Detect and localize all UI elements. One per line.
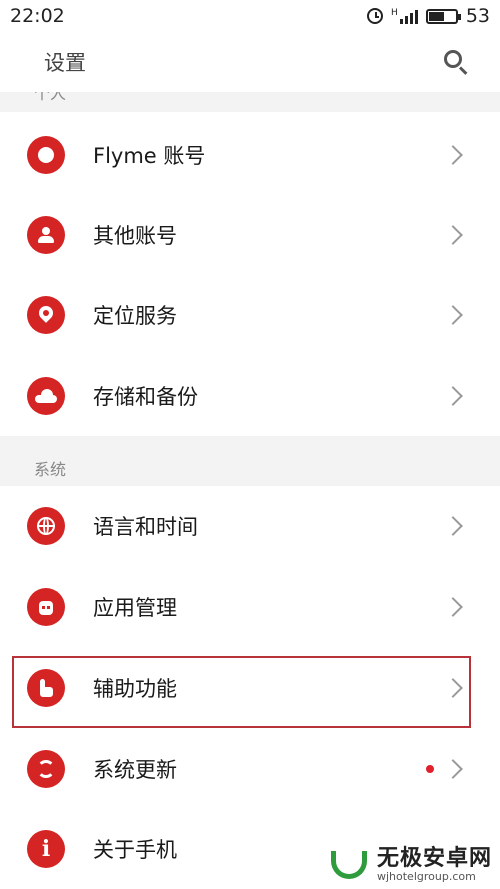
hand-pointer-icon <box>27 669 65 707</box>
chevron-right-icon <box>443 597 463 617</box>
android-icon <box>27 588 65 626</box>
watermark-logo-icon <box>327 845 371 885</box>
refresh-icon <box>27 750 65 788</box>
settings-item-label: 辅助功能 <box>93 677 177 701</box>
page-title: 设置 <box>44 51 86 75</box>
chevron-right-icon <box>443 305 463 325</box>
settings-item-label: 定位服务 <box>93 304 177 328</box>
signal-icon <box>399 8 418 24</box>
settings-item-location[interactable]: 定位服务 <box>0 275 500 355</box>
settings-item-label: 语言和时间 <box>93 515 198 539</box>
settings-item-label: 关于手机 <box>93 838 177 862</box>
info-icon: i <box>27 830 65 868</box>
section-header-personal: 个人 <box>0 92 500 112</box>
chevron-right-icon <box>443 386 463 406</box>
settings-item-storage-backup[interactable]: 存储和备份 <box>0 356 500 436</box>
app-bar: 设置 <box>0 32 500 92</box>
settings-item-language-time[interactable]: 语言和时间 <box>0 486 500 566</box>
watermark-title: 无极安卓网 <box>376 845 492 871</box>
alarm-clock-icon <box>367 8 384 24</box>
network-type: H <box>391 8 398 18</box>
globe-icon <box>27 507 65 545</box>
flyme-icon <box>27 136 65 174</box>
chevron-right-icon <box>443 678 463 698</box>
settings-item-flyme-account[interactable]: Flyme 账号 <box>0 115 500 195</box>
chevron-right-icon <box>443 225 463 245</box>
user-icon <box>27 216 65 254</box>
battery-icon <box>425 8 461 24</box>
update-badge <box>426 765 434 773</box>
section-header-system-label: 系统 <box>34 460 67 479</box>
search-icon[interactable] <box>442 48 470 76</box>
settings-item-label: 应用管理 <box>93 596 177 620</box>
chevron-right-icon <box>443 759 463 779</box>
section-header-system: 系统 <box>0 436 500 486</box>
chevron-right-icon <box>443 145 463 165</box>
status-icons: H 53 <box>367 5 490 27</box>
status-bar: 22:02 H 53 <box>0 0 500 32</box>
settings-item-other-accounts[interactable]: 其他账号 <box>0 195 500 275</box>
section-header-personal-label: 个人 <box>34 92 67 103</box>
watermark: 无极安卓网 wjhotelgroup.com <box>327 845 492 885</box>
settings-item-system-update[interactable]: 系统更新 <box>0 729 500 809</box>
settings-item-label: 存储和备份 <box>93 385 198 409</box>
settings-item-label: 系统更新 <box>93 758 177 782</box>
settings-item-app-management[interactable]: 应用管理 <box>0 567 500 647</box>
battery-level: 53 <box>465 5 490 27</box>
settings-item-label: 其他账号 <box>93 224 177 248</box>
chevron-right-icon <box>443 516 463 536</box>
settings-item-label: Flyme 账号 <box>93 144 206 168</box>
location-pin-icon <box>27 296 65 334</box>
watermark-url: wjhotelgroup.com <box>376 870 476 884</box>
status-time: 22:02 <box>10 5 65 27</box>
cloud-icon <box>27 377 65 415</box>
settings-item-accessibility[interactable]: 辅助功能 <box>0 648 500 728</box>
